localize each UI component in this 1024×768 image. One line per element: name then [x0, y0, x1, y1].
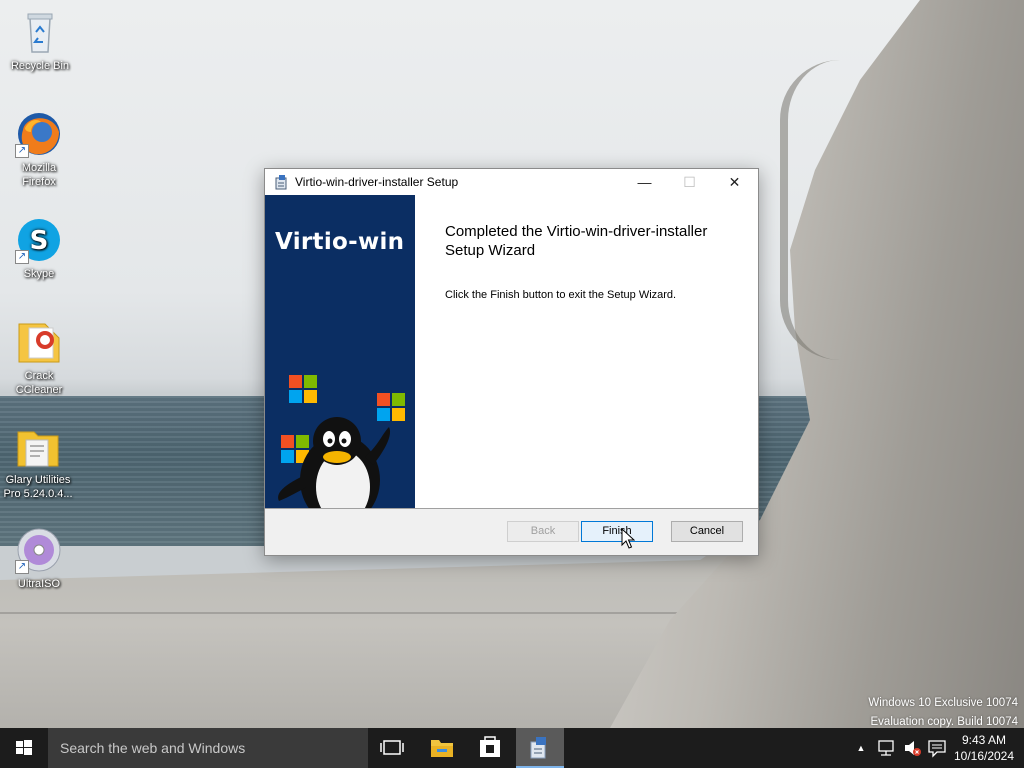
- wallpaper-wall-ridge: [780, 60, 860, 360]
- windows-logo-icon: [16, 740, 32, 755]
- desktop-icon-label: Recycle Bin: [10, 60, 70, 72]
- desktop-icon-label: Crack CCleaner: [15, 370, 63, 396]
- task-view-button[interactable]: [368, 728, 416, 768]
- dialog-footer: Back Finish Cancel: [265, 509, 758, 555]
- cancel-button[interactable]: Cancel: [671, 521, 743, 542]
- mouse-cursor-icon: [621, 528, 635, 549]
- desktop-icon-ultraiso[interactable]: ↗ UltraISO: [1, 526, 77, 591]
- desktop-icon-label: Glary Utilities Pro 5.24.0.4...: [3, 474, 73, 500]
- network-icon[interactable]: [874, 728, 898, 768]
- windows-watermark: Windows 10 Exclusive 10074 Evaluation co…: [868, 694, 1018, 728]
- desktop-icon-label: Mozilla Firefox: [21, 162, 57, 188]
- windows-penguin-illustration: [278, 375, 405, 508]
- desktop-icon-recycle-bin[interactable]: Recycle Bin: [2, 8, 78, 73]
- watermark-line-1: Windows 10 Exclusive 10074: [868, 697, 1018, 709]
- shortcut-arrow-icon: ↗: [15, 250, 29, 264]
- wallpaper-pier-line: [0, 612, 680, 614]
- glary-utilities-icon: [14, 422, 62, 470]
- desktop-icon-label: Skype: [23, 268, 55, 280]
- file-explorer-icon: [431, 740, 453, 757]
- show-hidden-icons-button[interactable]: ▲: [852, 728, 870, 768]
- clock-time: 9:43 AM: [961, 733, 1007, 747]
- store-icon: [480, 736, 500, 757]
- wizard-heading: Completed the Virtio-win-driver-installe…: [445, 223, 708, 259]
- setup-installer-icon: [530, 737, 546, 759]
- desktop-icon-glary-utilities[interactable]: Glary Utilities Pro 5.24.0.4...: [0, 422, 76, 501]
- wizard-body-text: Click the Finish button to exit the Setu…: [445, 289, 677, 301]
- taskbar: Search the web and Windows ▲ 9:43 AM 10/…: [0, 728, 1024, 768]
- system-clock[interactable]: 9:43 AM 10/16/2024: [950, 732, 1018, 764]
- search-box[interactable]: Search the web and Windows: [48, 728, 368, 768]
- setup-installer-taskbar-button[interactable]: [516, 728, 564, 768]
- back-button: Back: [507, 521, 579, 542]
- task-view-icon: [380, 740, 404, 755]
- svg-text:S: S: [30, 226, 49, 256]
- firefox-icon: ↗: [15, 110, 63, 158]
- dialog-title: Virtio-win-driver-installer Setup: [295, 175, 459, 189]
- installer-banner: Virtio-win: [265, 195, 415, 508]
- maximize-button: ☐: [683, 174, 696, 190]
- desktop-icon-skype[interactable]: S ↗ Skype: [1, 216, 77, 281]
- volume-muted-icon[interactable]: [900, 728, 924, 768]
- watermark-line-2: Evaluation copy. Build 10074: [870, 716, 1018, 728]
- clock-date: 10/16/2024: [953, 749, 1015, 763]
- desktop-icon-firefox[interactable]: ↗ Mozilla Firefox: [1, 110, 77, 189]
- close-button[interactable]: ✕: [712, 169, 757, 195]
- action-center-icon[interactable]: [926, 728, 948, 768]
- ccleaner-icon: [15, 318, 63, 366]
- shortcut-arrow-icon: ↗: [15, 144, 29, 158]
- installer-app-icon: [274, 174, 290, 190]
- dialog-titlebar[interactable]: Virtio-win-driver-installer Setup — ☐ ✕: [265, 169, 758, 195]
- minimize-button[interactable]: —: [622, 169, 667, 195]
- finish-button[interactable]: Finish: [581, 521, 653, 542]
- desktop-icon-label: UltraISO: [17, 578, 61, 590]
- shortcut-arrow-icon: ↗: [15, 560, 29, 574]
- wizard-content: Completed the Virtio-win-driver-installe…: [415, 195, 758, 508]
- desktop-icon-ccleaner[interactable]: Crack CCleaner: [1, 318, 77, 397]
- recycle-bin-icon: [16, 8, 64, 56]
- store-button[interactable]: [466, 728, 514, 768]
- start-button[interactable]: [0, 728, 48, 768]
- skype-icon: S ↗: [15, 216, 63, 264]
- ultraiso-icon: ↗: [15, 526, 63, 574]
- setup-dialog: Virtio-win-driver-installer Setup — ☐ ✕ …: [264, 168, 759, 556]
- file-explorer-button[interactable]: [418, 728, 466, 768]
